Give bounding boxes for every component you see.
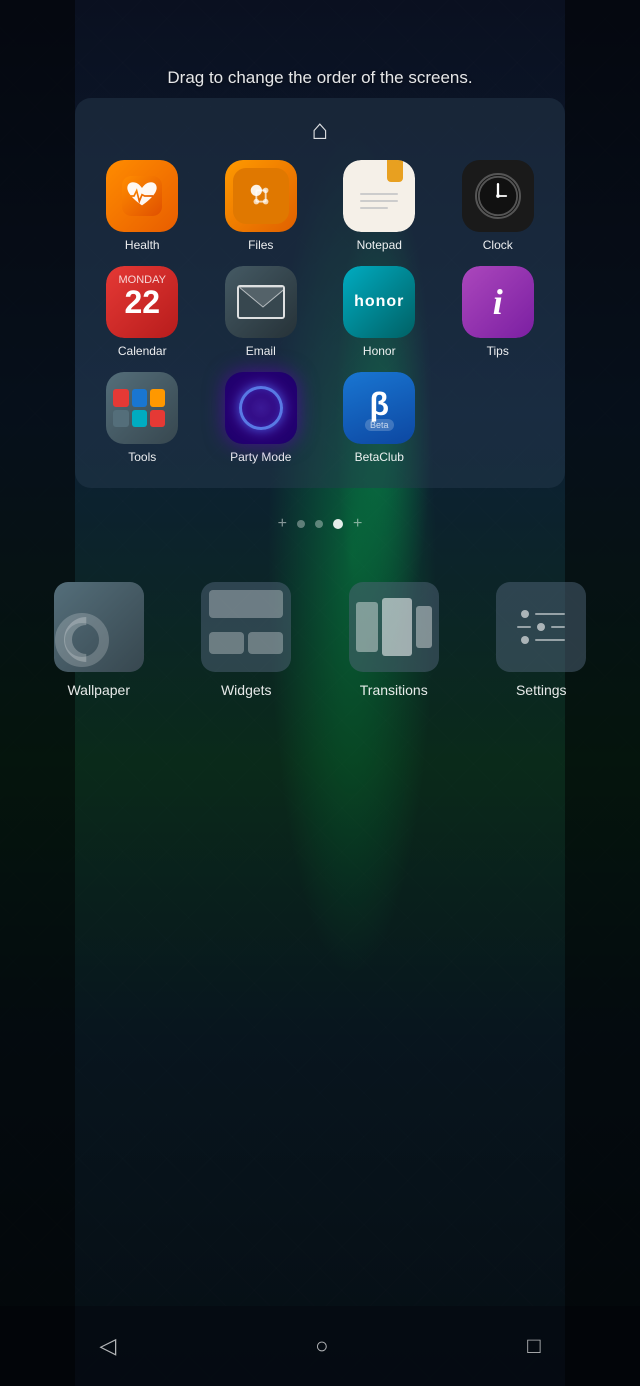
bottom-item-transitions[interactable]: Transitions (325, 582, 463, 698)
app-label-clock: Clock (483, 238, 513, 252)
bottom-options-row: Wallpaper Widgets Transiti (30, 582, 610, 698)
app-label-calendar: Calendar (118, 344, 167, 358)
app-label-notepad: Notepad (357, 238, 402, 252)
page-dot-2[interactable] (315, 520, 323, 528)
bottom-item-wallpaper[interactable]: Wallpaper (30, 582, 168, 698)
dot-plus-right: + (353, 516, 362, 532)
tips-icon: i (493, 281, 503, 323)
wallpaper-icon-box (54, 582, 144, 672)
page-dot-1[interactable] (297, 520, 305, 528)
app-item-partymode[interactable]: Party Mode (206, 372, 317, 464)
app-label-partymode: Party Mode (230, 450, 291, 464)
app-item-email[interactable]: Email (206, 266, 317, 358)
app-item-tools[interactable]: Tools (87, 372, 198, 464)
app-item-notepad[interactable]: Notepad (324, 160, 435, 252)
app-label-tools: Tools (128, 450, 156, 464)
app-label-tips: Tips (487, 344, 509, 358)
home-icon: ⌂ (312, 114, 329, 146)
app-item-clock[interactable]: Clock (443, 160, 554, 252)
app-item-health[interactable]: Health (87, 160, 198, 252)
app-item-betaclub[interactable]: β Beta BetaClub (324, 372, 435, 464)
dot-plus-left: + (278, 516, 287, 532)
settings-icon-box (496, 582, 586, 672)
beta-b-letter: β (369, 386, 389, 423)
app-item-files[interactable]: Files (206, 160, 317, 252)
beta-tag: Beta (365, 419, 394, 431)
bottom-item-settings[interactable]: Settings (473, 582, 611, 698)
honor-text: honor (354, 293, 404, 311)
app-item-calendar[interactable]: Monday 22 Calendar (87, 266, 198, 358)
page-dot-3-active[interactable] (333, 519, 343, 529)
app-label-health: Health (125, 238, 160, 252)
widgets-icon-box (201, 582, 291, 672)
transitions-label: Transitions (360, 682, 428, 698)
app-grid: Health (87, 160, 553, 464)
settings-label: Settings (516, 682, 567, 698)
calendar-day: 22 (124, 286, 160, 318)
transitions-icon-box (349, 582, 439, 672)
app-label-honor: Honor (363, 344, 396, 358)
wallpaper-label: Wallpaper (67, 682, 130, 698)
app-item-tips[interactable]: i Tips (443, 266, 554, 358)
page-indicators: + + (278, 516, 363, 532)
app-label-files: Files (248, 238, 273, 252)
app-label-betaclub: BetaClub (355, 450, 404, 464)
widgets-label: Widgets (221, 682, 272, 698)
app-item-honor[interactable]: honor Honor (324, 266, 435, 358)
app-label-email: Email (246, 344, 276, 358)
app-grid-card: ⌂ (75, 98, 565, 488)
instruction-text: Drag to change the order of the screens. (167, 68, 472, 88)
bottom-item-widgets[interactable]: Widgets (178, 582, 316, 698)
